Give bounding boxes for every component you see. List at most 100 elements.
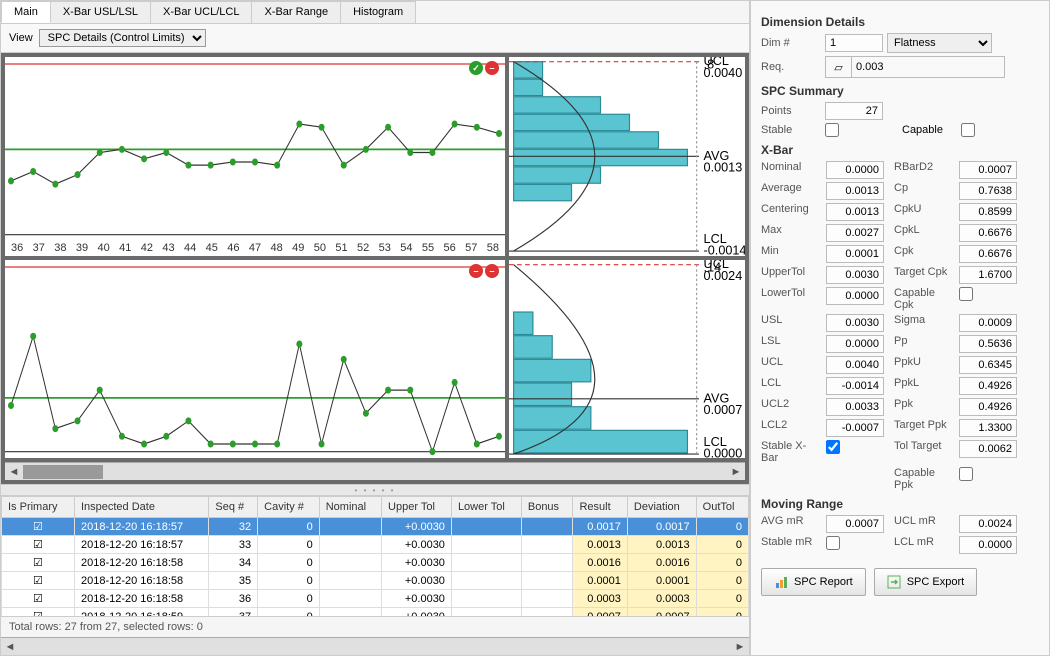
min-input[interactable] xyxy=(826,245,884,263)
field-label: UpperTol xyxy=(761,266,816,284)
field-label: LSL xyxy=(761,335,816,353)
avg-mr-input[interactable] xyxy=(826,515,884,533)
ucl2-input[interactable] xyxy=(826,398,884,416)
scroll-right-icon[interactable]: ► xyxy=(731,638,749,656)
field-label: Target Cpk xyxy=(894,266,949,284)
centering-input[interactable] xyxy=(826,203,884,221)
lsl-input[interactable] xyxy=(826,335,884,353)
capable-ppk-checkbox[interactable] xyxy=(959,467,973,481)
lcl-mr-input[interactable] xyxy=(959,536,1017,554)
table-row[interactable]: ☑2018-12-20 16:18:58340+0.00300.00160.00… xyxy=(2,554,749,572)
table-row[interactable]: ☑2018-12-20 16:18:58360+0.00300.00030.00… xyxy=(2,590,749,608)
table-status: Total rows: 27 from 27, selected rows: 0 xyxy=(1,616,749,637)
cpku-input[interactable] xyxy=(959,203,1017,221)
cpkl-input[interactable] xyxy=(959,224,1017,242)
ucl-input[interactable] xyxy=(826,356,884,374)
field-label: Sigma xyxy=(894,314,949,332)
col-header[interactable]: Upper Tol xyxy=(382,497,452,518)
ppk-input[interactable] xyxy=(959,398,1017,416)
capable-cpk-checkbox[interactable] xyxy=(959,287,973,301)
field-label: Pp xyxy=(894,335,949,353)
field-label: Capable Ppk xyxy=(894,467,949,491)
tol-target-input[interactable] xyxy=(959,440,1017,458)
graphics-area: Graphics area 36373839404142434445464748… xyxy=(1,53,749,484)
svg-text:-0.0014: -0.0014 xyxy=(704,242,745,255)
col-header[interactable]: Deviation xyxy=(627,497,696,518)
report-icon xyxy=(774,575,788,589)
sigma-input[interactable] xyxy=(959,314,1017,332)
rbard2-input[interactable] xyxy=(959,161,1017,179)
average-input[interactable] xyxy=(826,182,884,200)
cp-input[interactable] xyxy=(959,182,1017,200)
check-icon: ✓ xyxy=(469,61,483,75)
field-label: Cpk xyxy=(894,245,949,263)
xbar-histogram[interactable]: .8UCL0.0040AVG0.0013LCL-0.0014 xyxy=(509,57,745,256)
tab-histogram[interactable]: Histogram xyxy=(340,1,416,23)
col-header[interactable]: Is Primary xyxy=(2,497,75,518)
tab-main[interactable]: Main xyxy=(1,1,51,23)
field-label: Tol Target xyxy=(894,440,949,464)
export-icon xyxy=(887,575,901,589)
col-header[interactable]: Seq # xyxy=(209,497,258,518)
splitter-handle[interactable]: • • • • • xyxy=(1,484,749,496)
target-ppk-input[interactable] xyxy=(959,419,1017,437)
table-row[interactable]: ☑2018-12-20 16:18:57330+0.00300.00130.00… xyxy=(2,536,749,554)
col-header[interactable]: Nominal xyxy=(319,497,381,518)
col-header[interactable]: OutTol xyxy=(696,497,748,518)
lowertol-input[interactable] xyxy=(826,287,884,305)
ppkl-input[interactable] xyxy=(959,377,1017,395)
cpk-input[interactable] xyxy=(959,245,1017,263)
table-row[interactable]: ☑2018-12-20 16:18:58350+0.00300.00010.00… xyxy=(2,572,749,590)
scroll-left-icon[interactable]: ◄ xyxy=(1,638,19,656)
max-input[interactable] xyxy=(826,224,884,242)
field-label: Max xyxy=(761,224,816,242)
spc-report-button[interactable]: SPC Report xyxy=(761,568,866,596)
svg-text:0.0040: 0.0040 xyxy=(704,65,743,80)
scroll-thumb[interactable] xyxy=(23,465,103,479)
capable-checkbox[interactable] xyxy=(961,123,975,137)
col-header[interactable]: Bonus xyxy=(521,497,573,518)
points-input[interactable] xyxy=(825,102,883,120)
usl-input[interactable] xyxy=(826,314,884,332)
scroll-left-icon[interactable]: ◄ xyxy=(5,463,23,481)
mr-histogram[interactable]: .14UCL0.0024AVG0.0007LCL0.0000 xyxy=(509,260,745,459)
lcl-input[interactable] xyxy=(826,377,884,395)
lcl2-input[interactable] xyxy=(826,419,884,437)
data-table[interactable]: Is PrimaryInspected DateSeq #Cavity #Nom… xyxy=(1,496,749,616)
chart-hscrollbar[interactable]: ◄ ► xyxy=(5,462,745,480)
field-label: PpkL xyxy=(894,377,949,395)
nominal-input[interactable] xyxy=(826,161,884,179)
col-header[interactable]: Inspected Date xyxy=(74,497,208,518)
dim-type-select[interactable]: Flatness xyxy=(887,33,992,53)
col-header[interactable]: Lower Tol xyxy=(451,497,521,518)
table-hscrollbar[interactable]: ◄ ► xyxy=(1,637,749,655)
pp-input[interactable] xyxy=(959,335,1017,353)
tab-x-bar-range[interactable]: X-Bar Range xyxy=(251,1,341,23)
ppku-input[interactable] xyxy=(959,356,1017,374)
field-label: Centering xyxy=(761,203,816,221)
col-header[interactable]: Result xyxy=(573,497,627,518)
col-header[interactable]: Cavity # xyxy=(258,497,320,518)
view-select[interactable]: SPC Details (Control Limits) xyxy=(39,29,206,47)
spc-export-button[interactable]: SPC Export xyxy=(874,568,977,596)
stable-mr-checkbox[interactable] xyxy=(826,536,840,550)
tab-x-bar-usl-lsl[interactable]: X-Bar USL/LSL xyxy=(50,1,151,23)
xbar-line-chart[interactable]: 3637383940414243444546474849505152535455… xyxy=(5,57,505,256)
dim-input[interactable] xyxy=(825,34,883,52)
table-row[interactable]: ☑2018-12-20 16:18:59370+0.00300.00070.00… xyxy=(2,608,749,616)
uppertol-input[interactable] xyxy=(826,266,884,284)
table-row[interactable]: ☑2018-12-20 16:18:57320+0.00300.00170.00… xyxy=(2,518,749,536)
details-header: Dimension Details xyxy=(761,15,1039,29)
stable-checkbox[interactable] xyxy=(825,123,839,137)
scroll-right-icon[interactable]: ► xyxy=(727,463,745,481)
field-label: AVG mR xyxy=(761,515,816,533)
target-cpk-input[interactable] xyxy=(959,266,1017,284)
stable-x-bar-checkbox[interactable] xyxy=(826,440,840,454)
tab-x-bar-ucl-lcl[interactable]: X-Bar UCL/LCL xyxy=(150,1,252,23)
svg-text:0.0007: 0.0007 xyxy=(704,402,743,417)
ucl-mr-input[interactable] xyxy=(959,515,1017,533)
stable-label: Stable xyxy=(761,124,821,136)
req-box[interactable]: ▱ 0.003 xyxy=(825,56,1005,78)
mr-line-chart[interactable]: – – xyxy=(5,260,505,459)
field-label: LowerTol xyxy=(761,287,816,311)
